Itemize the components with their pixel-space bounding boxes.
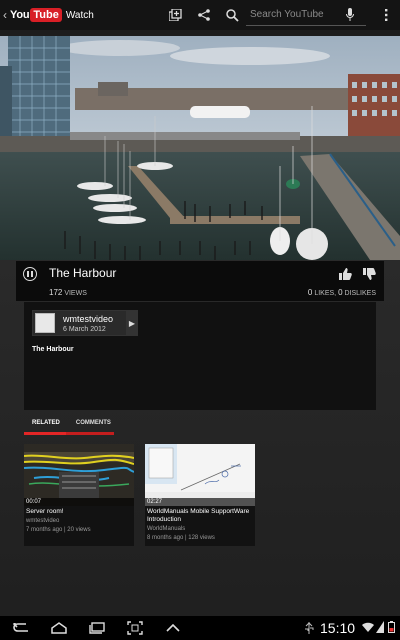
page-title: Watch — [65, 9, 94, 21]
avatar — [35, 313, 55, 333]
related-video-card[interactable]: 02:27 WorldManuals Mobile SupportWare In… — [145, 444, 255, 546]
related-video-author: WorldManuals — [147, 526, 186, 532]
logo-tube: Tube — [30, 8, 62, 22]
share-icon — [198, 9, 210, 21]
related-video-card[interactable]: 00:07 Server room! wmtestvideo 7 months … — [24, 444, 134, 546]
youtube-logo[interactable]: You Tube — [10, 7, 62, 23]
signal-icon — [376, 621, 384, 633]
likes-dislikes-count: 0 LIKES, 0 DISLIKES — [307, 288, 376, 297]
usb-icon — [305, 622, 314, 634]
add-to-playlist-icon — [169, 9, 182, 21]
nav-up-icon — [166, 624, 180, 632]
related-video-meta: 7 months ago | 20 views — [26, 527, 91, 533]
view-count: 172 VIEWS — [49, 288, 87, 297]
back-icon[interactable]: ‹ — [0, 0, 10, 30]
nav-back-button[interactable] — [2, 616, 40, 640]
microphone-icon[interactable] — [346, 7, 354, 22]
overflow-menu-icon — [385, 9, 388, 21]
tab-active-indicator — [24, 432, 66, 435]
description-title: The Harbour — [32, 346, 74, 353]
video-frame-harbour — [0, 36, 400, 260]
nav-up-button[interactable] — [154, 616, 192, 640]
like-icon[interactable] — [338, 267, 352, 281]
dislike-icon[interactable] — [362, 267, 376, 281]
battery-icon — [388, 621, 395, 633]
screenshot-icon — [127, 621, 143, 635]
pause-button[interactable] — [23, 267, 37, 281]
nav-home-icon — [51, 622, 67, 634]
logo-you: You — [10, 9, 30, 21]
wifi-icon — [362, 622, 374, 632]
video-duration: 02:27 — [145, 498, 255, 506]
search-button[interactable] — [218, 0, 246, 30]
search-box — [246, 4, 366, 26]
uploader-name: wmtestvideo — [63, 314, 114, 324]
status-clock: 15:10 — [320, 620, 356, 636]
video-duration: 00:07 — [24, 498, 134, 506]
related-video-title: WorldManuals Mobile SupportWare Introduc… — [147, 508, 250, 523]
nav-recent-apps-button[interactable] — [78, 616, 116, 640]
related-video-meta: 8 months ago | 128 views — [147, 535, 215, 541]
video-info-bar: The Harbour 172 VIEWS 0 LIKES, 0 DISLIKE… — [16, 261, 384, 301]
screenshot-button[interactable] — [116, 616, 154, 640]
share-button[interactable] — [190, 0, 218, 30]
uploader-card[interactable]: wmtestvideo 6 March 2012 ▶ — [32, 310, 138, 336]
chevron-right-icon: ▶ — [126, 310, 138, 336]
add-to-playlist-button[interactable] — [162, 0, 190, 30]
video-player[interactable] — [0, 36, 400, 260]
pause-icon — [27, 271, 33, 277]
system-navigation-bar: 15:10 — [0, 616, 400, 640]
action-bar: ‹ You Tube Watch — [0, 0, 400, 30]
video-thumbnail: 00:07 — [24, 444, 134, 506]
search-icon — [225, 8, 239, 22]
video-title: The Harbour — [49, 266, 117, 280]
action-bar-actions — [162, 0, 400, 30]
overflow-menu-button[interactable] — [372, 0, 400, 30]
video-details-panel: wmtestvideo 6 March 2012 ▶ The Harbour — [24, 302, 376, 410]
upload-date: 6 March 2012 — [63, 326, 106, 333]
related-video-author: wmtestvideo — [26, 518, 60, 524]
nav-home-button[interactable] — [40, 616, 78, 640]
related-video-title: Server room! — [26, 508, 64, 515]
nav-recent-apps-icon — [89, 622, 105, 634]
nav-back-icon — [12, 623, 28, 632]
search-input[interactable] — [246, 9, 346, 20]
video-thumbnail: 02:27 — [145, 444, 255, 506]
